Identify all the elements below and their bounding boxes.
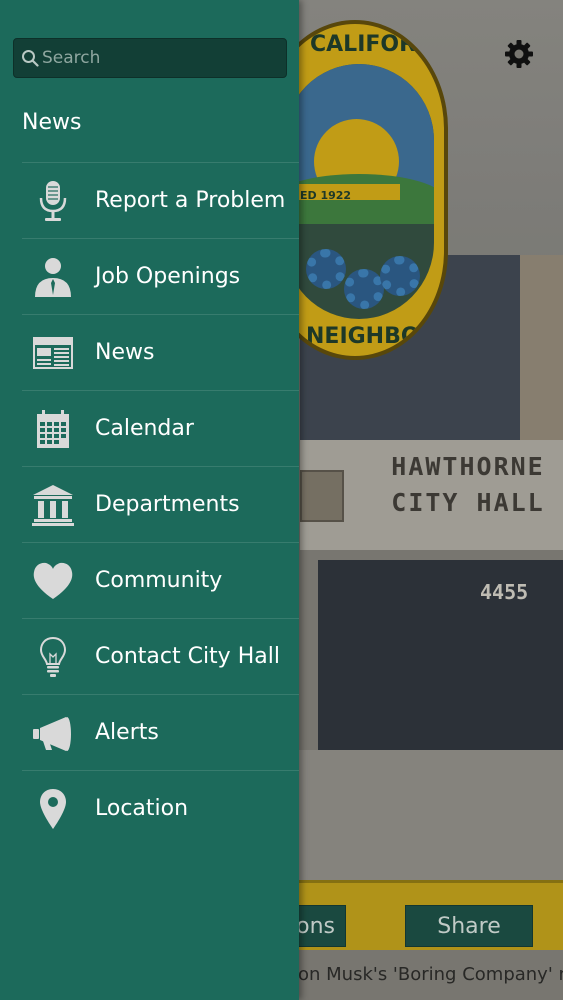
search-bar[interactable] — [13, 38, 287, 78]
menu-item-location[interactable]: Location — [22, 770, 299, 846]
menu-item-label: Alerts — [95, 720, 159, 745]
menu-item-label: Departments — [95, 492, 240, 517]
building-icon — [30, 484, 76, 526]
map-pin-icon — [30, 788, 76, 830]
drawer-header: News — [22, 110, 82, 135]
menu-item-label: Calendar — [95, 416, 194, 441]
menu-item-alerts[interactable]: Alerts — [22, 694, 299, 770]
side-drawer: News Report a Problem Job Openings News … — [0, 0, 299, 1000]
menu-item-label: Report a Problem — [95, 188, 286, 213]
menu-item-departments[interactable]: Departments — [22, 466, 299, 542]
menu-item-label: Contact City Hall — [95, 644, 280, 669]
menu-item-report-a-problem[interactable]: Report a Problem — [22, 162, 299, 238]
newspaper-icon — [30, 332, 76, 374]
drawer-menu: Report a Problem Job Openings News Calen… — [22, 162, 299, 846]
heart-icon — [30, 560, 76, 602]
menu-item-news[interactable]: News — [22, 314, 299, 390]
menu-item-label: Community — [95, 568, 223, 593]
microphone-icon — [30, 180, 76, 222]
lightbulb-icon — [30, 636, 76, 678]
person-icon — [30, 256, 76, 298]
menu-item-label: News — [95, 340, 155, 365]
menu-item-label: Job Openings — [95, 264, 241, 289]
menu-item-community[interactable]: Community — [22, 542, 299, 618]
calendar-icon — [30, 408, 76, 450]
search-input[interactable] — [42, 39, 282, 77]
search-icon — [21, 49, 39, 67]
menu-item-job-openings[interactable]: Job Openings — [22, 238, 299, 314]
megaphone-icon — [30, 712, 76, 754]
menu-item-label: Location — [95, 796, 189, 821]
menu-item-contact-city-hall[interactable]: Contact City Hall — [22, 618, 299, 694]
menu-item-calendar[interactable]: Calendar — [22, 390, 299, 466]
